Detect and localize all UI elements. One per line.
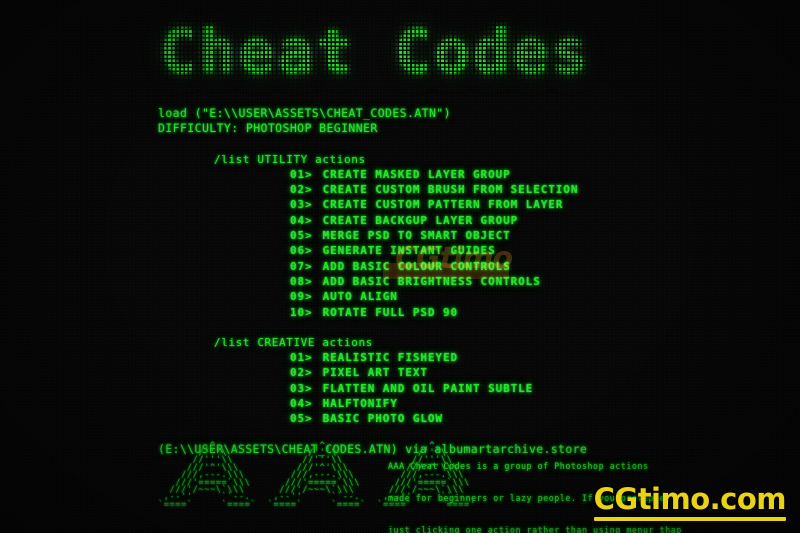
item-number: 09> xyxy=(290,290,313,304)
item-label: CREATE CUSTOM BRUSH FROM SELECTION xyxy=(322,183,579,197)
blurb-line: AAA Cheat Codes is a group of Photoshop … xyxy=(388,461,649,472)
item-label: BASIC PHOTO GLOW xyxy=(322,412,443,426)
list-item[interactable]: 01> REALISTIC FISHEYED xyxy=(158,350,587,365)
item-label: HALFTONIFY xyxy=(322,397,398,411)
item-number: 05> xyxy=(290,229,313,243)
list-item[interactable]: 07> ADD BASIC COLOUR CONTROLS xyxy=(158,259,587,274)
load-command-line: load ("E:\\USER\ASSETS\CHEAT_CODES.ATN") xyxy=(158,106,451,120)
list-item[interactable]: 03> FLATTEN AND OIL PAINT SUBTLE xyxy=(158,381,587,396)
item-number: 06> xyxy=(290,244,313,258)
list-item[interactable]: 03> CREATE CUSTOM PATTERN FROM LAYER xyxy=(158,197,587,212)
list-item[interactable]: 08> ADD BASIC BRIGHTNESS CONTROLS xyxy=(158,274,587,289)
item-label: CREATE CUSTOM PATTERN FROM LAYER xyxy=(322,198,564,212)
terminal-output: load ("E:\\USER\ASSETS\CHEAT_CODES.ATN")… xyxy=(158,106,587,457)
list-item[interactable]: 02> PIXEL ART TEXT xyxy=(158,365,587,380)
item-number: 05> xyxy=(290,412,313,426)
item-number: 02> xyxy=(290,183,313,197)
list-item[interactable]: 04> CREATE BACKGUP LAYER GROUP xyxy=(158,213,587,228)
utility-action-list: 01> CREATE MASKED LAYER GROUP 02> CREATE C… xyxy=(158,167,587,320)
item-number: 10> xyxy=(290,305,313,319)
cgtimo-watermark-underline xyxy=(593,517,786,521)
item-label: ADD BASIC BRIGHTNESS CONTROLS xyxy=(322,274,541,288)
item-number: 08> xyxy=(290,274,313,288)
list-item[interactable]: 04> HALFTONIFY xyxy=(158,396,587,411)
item-label: GENERATE INSTANT GUIDES xyxy=(322,244,496,258)
cheat-codes-poster: Cheat Codes load ("E:\\USER\ASSETS\CHEAT… xyxy=(0,0,800,533)
item-number: 01> xyxy=(290,167,313,181)
list-item[interactable]: 05> BASIC PHOTO GLOW xyxy=(158,411,587,426)
list-item[interactable]: 05> MERGE PSD TO SMART OBJECT xyxy=(158,228,587,243)
list-item[interactable]: 09> AUTO ALIGN xyxy=(158,289,587,304)
section-header-creative: /list CREATIVE actions xyxy=(214,335,373,349)
blurb-line: just clicking one action rather than usi… xyxy=(388,524,682,533)
item-number: 02> xyxy=(290,366,313,380)
item-label: AUTO ALIGN xyxy=(322,290,398,304)
item-label: CREATE BACKGUP LAYER GROUP xyxy=(322,213,519,227)
list-item[interactable]: 06> GENERATE INSTANT GUIDES xyxy=(158,243,587,258)
cgtimo-watermark: CGtimo.com xyxy=(593,482,787,521)
section-utility: /list UTILITY actions 01> CREATE MASKED L… xyxy=(158,152,587,320)
item-number: 07> xyxy=(290,259,313,273)
section-header-utility: /list UTILITY actions xyxy=(214,152,366,166)
cgtimo-watermark-text: CGtimo.com xyxy=(593,482,787,516)
item-label: MERGE PSD TO SMART OBJECT xyxy=(322,229,511,243)
list-item[interactable]: 10> ROTATE FULL PSD 90 xyxy=(158,305,587,320)
list-item[interactable]: 02> CREATE CUSTOM BRUSH FROM SELECTION xyxy=(158,182,587,197)
item-number: 03> xyxy=(290,198,313,212)
item-number: 03> xyxy=(290,381,313,395)
item-number: 04> xyxy=(290,397,313,411)
list-item[interactable]: 01> CREATE MASKED LAYER GROUP xyxy=(158,167,587,182)
section-creative: /list CREATIVE actions 01> REALISTIC FISH… xyxy=(158,335,587,427)
creative-action-list: 01> REALISTIC FISHEYED 02> PIXEL ART TEXT … xyxy=(158,350,587,426)
item-label: PIXEL ART TEXT xyxy=(322,366,428,380)
page-title: Cheat Codes xyxy=(153,16,597,88)
difficulty-line: DIFFICULTY: PHOTOSHOP BEGINNER xyxy=(158,121,378,136)
item-label: FLATTEN AND OIL PAINT SUBTLE xyxy=(322,381,534,395)
item-label: ROTATE FULL PSD 90 xyxy=(322,305,458,319)
item-label: REALISTIC FISHEYED xyxy=(322,351,458,365)
item-label: CREATE MASKED LAYER GROUP xyxy=(322,167,511,181)
item-number: 01> xyxy=(290,351,313,365)
item-label: ADD BASIC COLOUR CONTROLS xyxy=(322,259,511,273)
item-number: 04> xyxy=(290,213,313,227)
